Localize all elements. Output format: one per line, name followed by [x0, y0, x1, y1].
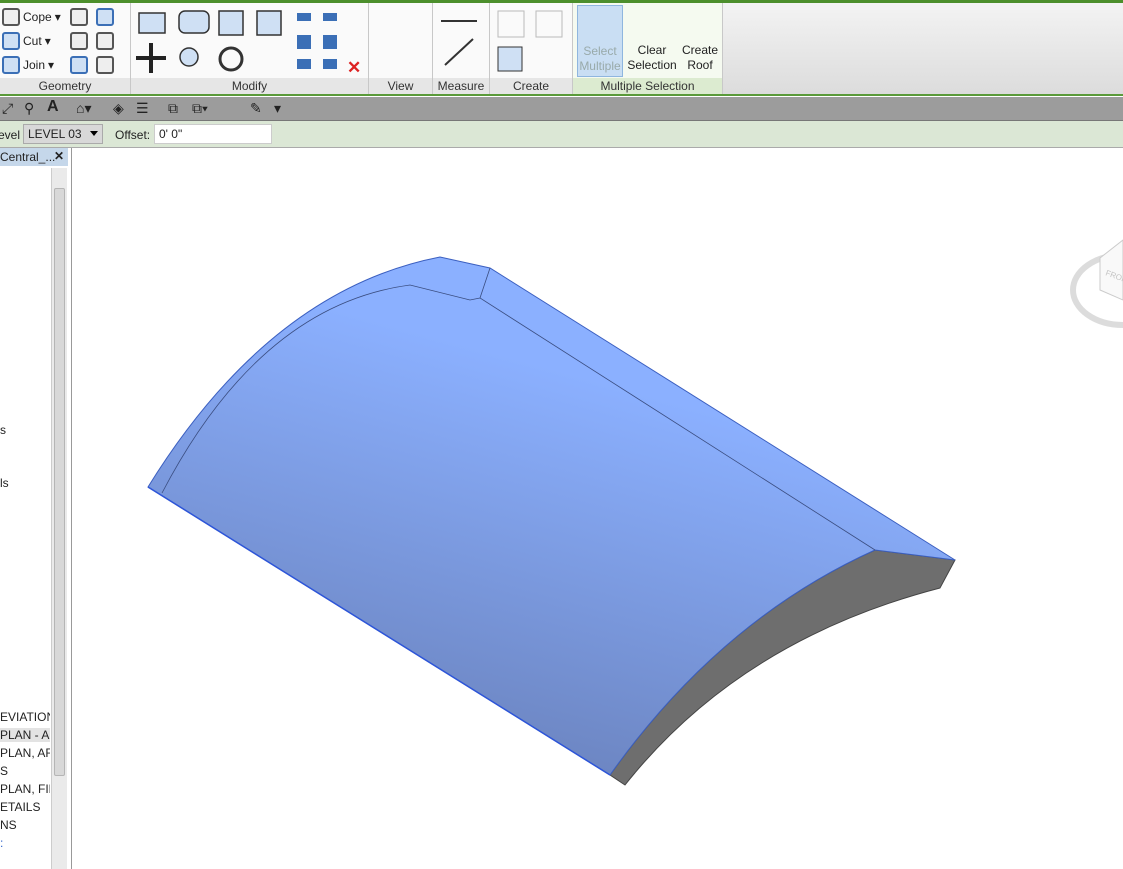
clear-selection-button[interactable]: Clear Selection — [627, 5, 677, 77]
switch-windows-icon[interactable]: ⧉▾ — [192, 100, 208, 117]
close-icon[interactable]: ✕ — [54, 149, 64, 163]
browser-tab[interactable]: Central_... ✕ — [0, 148, 68, 166]
demolish-hammer-icon[interactable] — [96, 56, 114, 74]
list-item[interactable]: ETAILS — [0, 800, 50, 814]
aligned-dimension-icon[interactable]: ⤢ — [2, 100, 13, 117]
list-item[interactable]: ls — [0, 476, 50, 490]
select-multiple-button[interactable]: Select Multiple — [577, 5, 623, 77]
3d-view-icon[interactable]: ⌂▾ — [76, 100, 91, 117]
3d-view-canvas[interactable]: FRONT — [73, 149, 1123, 869]
list-item[interactable]: EVIATION — [0, 710, 50, 724]
list-item[interactable]: PLAN - AI — [0, 728, 50, 742]
viewcube[interactable]: FRONT — [1070, 239, 1123, 328]
join-icon — [2, 56, 20, 74]
measure-icons[interactable] — [433, 3, 490, 77]
ribbon: Cope ▾ Cut ▾ Join ▾ Geometry ✕ Modify Vi… — [0, 0, 1123, 96]
chevron-down-icon — [90, 131, 98, 140]
list-item[interactable]: PLAN, FIR — [0, 782, 50, 796]
create-roof-button[interactable]: Create Roof — [677, 5, 723, 77]
list-item[interactable]: s — [0, 423, 50, 437]
level-dropdown[interactable]: LEVEL 03 — [23, 124, 103, 144]
wall-joins-button[interactable] — [70, 8, 88, 26]
panel-multiple-selection: Select Multiple Clear Selection Create Roof… — [573, 3, 723, 94]
list-item[interactable]: NS — [0, 818, 50, 832]
remove-paint-button[interactable] — [96, 32, 114, 50]
svg-text:✕: ✕ — [347, 58, 361, 77]
browser-scrollbar[interactable] — [51, 168, 67, 869]
curved-roof[interactable] — [147, 256, 956, 786]
panel-create: Create — [490, 3, 573, 94]
modify-tools-icons[interactable]: ✕ — [131, 3, 369, 77]
tag-icon[interactable]: ⚲ — [24, 100, 34, 117]
close-hidden-windows-icon[interactable]: ⧉ — [168, 100, 178, 117]
list-item[interactable]: PLAN, AR — [0, 746, 50, 760]
dropdown-icon[interactable]: ▾ — [274, 100, 281, 117]
cope-icon — [2, 8, 20, 26]
panel-geometry: Cope ▾ Cut ▾ Join ▾ Geometry — [0, 3, 131, 94]
split-face-button[interactable] — [96, 8, 114, 26]
project-browser: Central_... ✕ s ls EVIATION PLAN - AI PLA… — [0, 148, 72, 869]
customize-icon[interactable]: ✎ — [250, 100, 262, 117]
options-bar: Level: LEVEL 03 Offset: 0' 0" — [0, 121, 1123, 148]
thin-lines-icon[interactable]: ☰ — [136, 100, 149, 117]
list-item[interactable]: S — [0, 764, 50, 778]
list-item[interactable]: : — [0, 836, 50, 850]
join-roof-button[interactable] — [70, 32, 88, 50]
paint-button[interactable] — [70, 56, 88, 74]
create-icons[interactable] — [490, 3, 573, 77]
quick-toolbar: ⤢ ⚲ A ⌂▾ ◈ ☰ ⧉ ⧉▾ ✎ ▾ — [0, 97, 1123, 121]
panel-modify: ✕ Modify — [131, 3, 369, 94]
cope-button[interactable]: Cope ▾ — [2, 8, 61, 26]
join-button[interactable]: Join ▾ — [2, 56, 54, 74]
section-icon[interactable]: ◈ — [113, 100, 124, 117]
offset-input[interactable]: 0' 0" — [154, 124, 272, 144]
text-icon[interactable]: A — [47, 98, 59, 116]
panel-view: View — [369, 3, 433, 94]
cut-icon — [2, 32, 20, 50]
cut-button[interactable]: Cut ▾ — [2, 32, 51, 50]
panel-measure: Measure — [433, 3, 490, 94]
